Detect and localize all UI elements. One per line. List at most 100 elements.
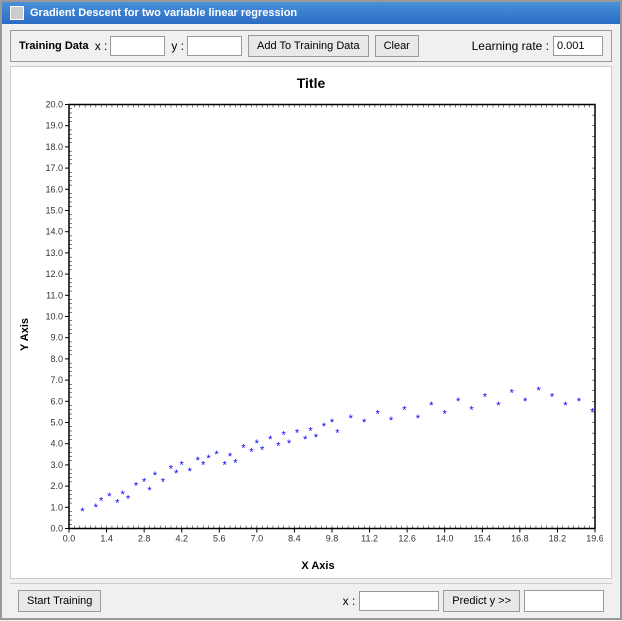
svg-text:*: * [576,397,583,409]
svg-text:*: * [455,397,462,409]
y-input-group: y : [171,36,242,56]
svg-text:*: * [495,402,502,414]
svg-text:15.4: 15.4 [474,534,492,544]
svg-text:0.0: 0.0 [63,534,76,544]
svg-text:3.0: 3.0 [50,460,63,470]
svg-text:*: * [562,402,569,414]
svg-text:9.0: 9.0 [50,333,63,343]
bottom-bar: Start Training x : Predict y >> [10,583,612,618]
y-input[interactable] [187,36,242,56]
svg-text:*: * [415,414,422,426]
svg-text:*: * [535,387,542,399]
svg-text:*: * [213,450,220,462]
svg-text:16.8: 16.8 [511,534,529,544]
svg-text:*: * [186,467,193,479]
svg-text:*: * [146,486,153,498]
training-data-section: Training Data x : y : Add To Training Da… [10,30,612,62]
svg-text:1.0: 1.0 [50,502,63,512]
svg-text:*: * [401,406,408,418]
svg-text:7.0: 7.0 [251,534,264,544]
bottom-x-input-group: x : Predict y >> [343,590,604,612]
svg-text:*: * [361,419,368,431]
svg-text:5.6: 5.6 [213,534,226,544]
svg-text:*: * [205,455,212,467]
svg-text:*: * [468,406,475,418]
x-input[interactable] [110,36,165,56]
learning-rate-group: Learning rate : [472,36,603,56]
start-training-button[interactable]: Start Training [18,590,101,612]
window-title: Gradient Descent for two variable linear… [30,7,297,19]
svg-text:9.8: 9.8 [326,534,339,544]
svg-text:4.2: 4.2 [175,534,188,544]
learning-rate-label: Learning rate : [472,39,549,53]
window-icon [10,6,24,20]
svg-text:2.8: 2.8 [138,534,151,544]
svg-text:14.0: 14.0 [436,534,454,544]
predict-output [524,590,604,612]
svg-text:14.0: 14.0 [45,227,63,237]
predict-y-button[interactable]: Predict y >> [443,590,520,612]
svg-text:11.2: 11.2 [361,534,378,544]
bottom-x-input[interactable] [359,591,439,611]
svg-text:*: * [509,389,516,401]
svg-text:*: * [232,459,239,471]
svg-text:7.0: 7.0 [50,375,63,385]
plot-and-xaxis: 0.0 1.0 2.0 3.0 4.0 5.0 6.0 7.0 8.0 9.0 10.0 11.0 12… [33,95,603,574]
plot-wrapper: 0.0 1.0 2.0 3.0 4.0 5.0 6.0 7.0 8.0 9.0 10.0 11.0 12… [33,95,603,558]
title-bar: Gradient Descent for two variable linear… [2,2,620,24]
svg-text:*: * [240,444,247,456]
svg-text:18.2: 18.2 [549,534,567,544]
svg-text:2.0: 2.0 [50,481,63,491]
chart-container: Title Y Axis 0.01.02.03.04.05.06.07.08.0… [10,66,612,579]
svg-text:15.0: 15.0 [45,206,63,216]
svg-text:17.0: 17.0 [45,163,63,173]
svg-text:*: * [160,478,167,490]
svg-text:19.0: 19.0 [45,121,63,131]
svg-text:18.0: 18.0 [45,142,63,152]
svg-text:8.0: 8.0 [50,354,63,364]
svg-text:*: * [133,482,140,494]
svg-text:11.0: 11.0 [46,290,63,300]
svg-text:*: * [286,440,293,452]
svg-text:12.0: 12.0 [45,269,63,279]
bottom-x-label: x : [343,594,356,608]
svg-text:*: * [79,508,86,520]
learning-rate-input[interactable] [553,36,603,56]
svg-text:5.0: 5.0 [50,418,63,428]
clear-button[interactable]: Clear [375,35,419,57]
svg-text:4.0: 4.0 [50,439,63,449]
svg-text:16.0: 16.0 [45,184,63,194]
svg-text:*: * [267,435,274,447]
svg-text:*: * [347,414,354,426]
svg-text:*: * [125,495,132,507]
svg-text:*: * [589,408,596,420]
svg-text:*: * [522,397,529,409]
svg-text:*: * [428,402,435,414]
svg-text:1.4: 1.4 [100,534,113,544]
svg-text:*: * [178,461,185,473]
svg-text:*: * [313,433,320,445]
main-window: Gradient Descent for two variable linear… [0,0,622,620]
x-axis-label: X Axis [33,558,603,574]
svg-text:*: * [334,429,341,441]
svg-text:10.0: 10.0 [45,312,63,322]
svg-text:12.6: 12.6 [398,534,416,544]
svg-text:13.0: 13.0 [45,248,63,258]
plot-svg: 0.0 1.0 2.0 3.0 4.0 5.0 6.0 7.0 8.0 9.0 10.0 11.0 12… [33,95,603,558]
chart-area: Y Axis 0.0 1.0 2.0 3.0 4.0 5.0 6.0 7.0 8.0 9.0 10.… [11,95,611,574]
svg-text:*: * [441,410,448,422]
y-axis-label: Y Axis [19,95,31,574]
svg-text:20.0: 20.0 [45,100,63,110]
svg-text:*: * [321,423,328,435]
svg-text:*: * [549,393,556,405]
x-input-group: x : [95,36,166,56]
svg-text:*: * [294,429,301,441]
main-content: Training Data x : y : Add To Training Da… [2,24,620,621]
svg-text:*: * [388,416,395,428]
x-label: x : [95,39,108,53]
svg-text:*: * [275,442,282,454]
add-to-training-data-button[interactable]: Add To Training Data [248,35,369,57]
svg-text:6.0: 6.0 [50,396,63,406]
svg-text:*: * [152,472,159,484]
section-label: Training Data [19,40,89,52]
